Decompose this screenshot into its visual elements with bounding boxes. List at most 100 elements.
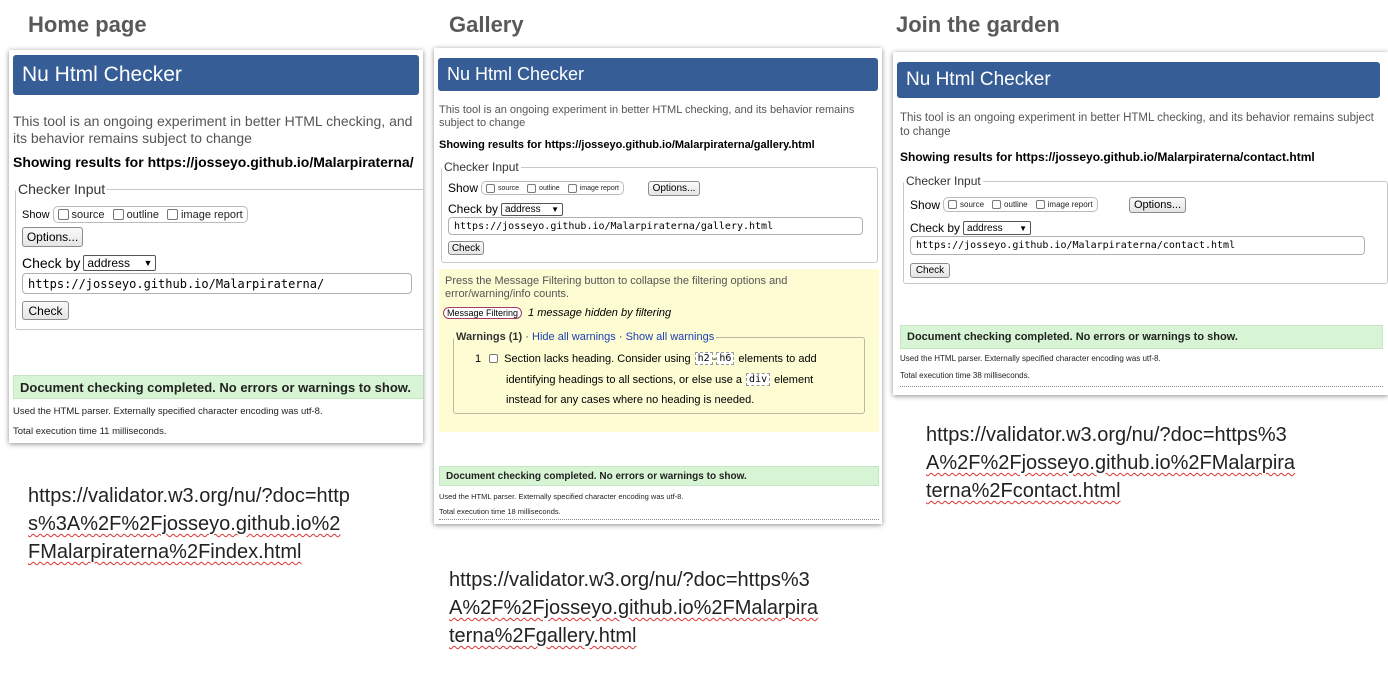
source-checkbox[interactable] bbox=[57, 209, 69, 220]
outline-checkbox[interactable] bbox=[992, 200, 1002, 209]
image-report-checkbox[interactable] bbox=[1035, 200, 1045, 209]
check-by-row: Check by address ▼ bbox=[448, 202, 564, 216]
warning-line-3: instead for any cases where no heading i… bbox=[506, 394, 754, 406]
show-options-group: source outline image report bbox=[481, 181, 624, 195]
warning-line-2: identifying headings to all sections, or… bbox=[506, 373, 813, 386]
options-button[interactable]: Options... bbox=[648, 181, 700, 196]
source-checkbox[interactable] bbox=[948, 200, 958, 209]
check-by-row: Check by address ▼ bbox=[910, 221, 1032, 235]
filter-row: Message Filtering 1 message hidden by fi… bbox=[443, 307, 671, 319]
image-report-checkbox[interactable] bbox=[166, 209, 178, 220]
divider bbox=[439, 519, 879, 520]
gallery-link-line-1: https://validator.w3.org/nu/?doc=https%3 bbox=[449, 569, 810, 591]
success-message: Document checking completed. No errors o… bbox=[439, 466, 879, 486]
gallery-validator-link: https://validator.w3.org/nu/?doc=https%3… bbox=[449, 566, 839, 650]
intro-text: This tool is an ongoing experiment in be… bbox=[439, 104, 855, 130]
source-label: source bbox=[960, 200, 985, 209]
check-button[interactable]: Check bbox=[910, 263, 950, 278]
chevron-down-icon: ▼ bbox=[551, 204, 560, 214]
check-button[interactable]: Check bbox=[448, 241, 484, 255]
hidden-message-note: 1 message hidden by filtering bbox=[528, 307, 672, 319]
sep-1: · bbox=[525, 331, 529, 343]
warning-number: 1 bbox=[475, 352, 482, 365]
chevron-down-icon: ▼ bbox=[143, 258, 153, 268]
home-validator-screenshot: Nu Html Checker This tool is an ongoing … bbox=[9, 50, 423, 443]
success-message: Document checking completed. No errors o… bbox=[13, 375, 423, 399]
outline-checkbox[interactable] bbox=[112, 209, 124, 220]
url-input[interactable]: https://josseyo.github.io/Malarpiraterna… bbox=[448, 217, 863, 235]
show-options-group: source outline image report bbox=[52, 206, 248, 223]
show-row: Show source outline image report bbox=[448, 181, 624, 195]
show-label: Show bbox=[22, 208, 50, 221]
hide-all-warnings-link[interactable]: Hide all warnings bbox=[532, 331, 616, 343]
checker-title-banner: Nu Html Checker bbox=[13, 55, 419, 95]
home-link-line-2: s%3A%2F%2Fjosseyo.github.io%2 bbox=[28, 513, 341, 535]
outline-label: outline bbox=[1004, 200, 1028, 209]
source-label: source bbox=[498, 184, 520, 192]
contact-link-line-2: A%2F%2Fjosseyo.github.io%2FMalarpira bbox=[926, 452, 1296, 474]
check-by-select[interactable]: address ▼ bbox=[501, 202, 564, 216]
contact-validator-screenshot: Nu Html Checker This tool is an ongoing … bbox=[893, 52, 1388, 395]
home-validator-link: https://validator.w3.org/nu/?doc=http s%… bbox=[28, 482, 418, 566]
warning-line-1: 1 Section lacks heading. Consider using … bbox=[475, 352, 817, 365]
image-report-checkbox[interactable] bbox=[567, 183, 577, 193]
image-report-label: image report bbox=[579, 184, 619, 192]
url-input[interactable]: https://josseyo.github.io/Malarpiraterna… bbox=[910, 236, 1365, 255]
check-by-value: address bbox=[505, 203, 541, 215]
checker-title-banner: Nu Html Checker bbox=[438, 58, 878, 91]
home-page-heading: Home page bbox=[28, 12, 147, 37]
checker-input-legend: Checker Input bbox=[18, 181, 106, 197]
gallery-link-line-2: A%2F%2Fjosseyo.github.io%2FMalarpira bbox=[449, 597, 819, 619]
execution-time: Total execution time 11 milliseconds. bbox=[13, 426, 167, 437]
show-label: Show bbox=[448, 181, 479, 195]
warnings-count: Warnings (1) bbox=[456, 331, 523, 343]
execution-time: Total execution time 18 milliseconds. bbox=[439, 507, 561, 516]
url-input[interactable]: https://josseyo.github.io/Malarpiraterna… bbox=[22, 273, 412, 294]
source-label: source bbox=[71, 208, 105, 221]
code-h2: h2 bbox=[694, 352, 713, 365]
checker-input-legend: Checker Input bbox=[444, 160, 519, 174]
warnings-legend: Warnings (1) · Hide all warnings · Show … bbox=[454, 331, 716, 343]
execution-time: Total execution time 38 milliseconds. bbox=[900, 371, 1030, 380]
checker-input-legend: Checker Input bbox=[906, 174, 981, 188]
show-row: Show source outline image report bbox=[910, 197, 1098, 212]
warning-text-3: identifying headings to all sections, or… bbox=[506, 373, 743, 386]
outline-label: outline bbox=[126, 208, 159, 221]
home-link-line-1: https://validator.w3.org/nu/?doc=http bbox=[28, 485, 350, 507]
image-report-label: image report bbox=[1047, 200, 1093, 209]
warning-text-2: elements to add bbox=[738, 352, 817, 365]
message-filtering-button[interactable]: Message Filtering bbox=[443, 307, 523, 319]
home-link-line-3: FMalarpiraterna%2Findex.html bbox=[28, 541, 302, 563]
parser-note: Used the HTML parser. Externally specifi… bbox=[900, 354, 1161, 363]
check-by-row: Check by address ▼ bbox=[22, 255, 157, 271]
results-for: Showing results for https://josseyo.gith… bbox=[439, 139, 815, 151]
warning-text-1: Section lacks heading. Consider using bbox=[504, 352, 691, 365]
gallery-validator-screenshot: Nu Html Checker This tool is an ongoing … bbox=[434, 48, 882, 524]
checker-title-banner: Nu Html Checker bbox=[897, 62, 1380, 98]
options-button[interactable]: Options... bbox=[1129, 197, 1186, 213]
results-for: Showing results for https://josseyo.gith… bbox=[900, 150, 1315, 164]
source-checkbox[interactable] bbox=[486, 183, 496, 193]
check-by-label: Check by bbox=[448, 202, 499, 216]
check-by-label: Check by bbox=[22, 255, 81, 271]
code-h6: h6 bbox=[716, 352, 735, 365]
code-div: div bbox=[746, 373, 771, 386]
gallery-link-line-3: terna%2Fgallery.html bbox=[449, 625, 637, 647]
outline-checkbox[interactable] bbox=[527, 183, 537, 193]
check-by-select[interactable]: address ▼ bbox=[83, 255, 157, 271]
check-by-value: address bbox=[87, 256, 131, 270]
show-all-warnings-link[interactable]: Show all warnings bbox=[626, 331, 715, 343]
check-button[interactable]: Check bbox=[22, 301, 69, 320]
gallery-heading: Gallery bbox=[449, 12, 524, 37]
outline-label: outline bbox=[539, 184, 560, 192]
warning-checkbox[interactable] bbox=[489, 354, 499, 363]
warning-text-5: instead for any cases where no heading i… bbox=[506, 394, 755, 406]
contact-link-line-1: https://validator.w3.org/nu/?doc=https%3 bbox=[926, 424, 1287, 446]
show-label: Show bbox=[910, 197, 941, 212]
options-button[interactable]: Options... bbox=[22, 227, 83, 247]
chevron-down-icon: ▼ bbox=[1019, 223, 1028, 233]
check-by-label: Check by bbox=[910, 221, 961, 235]
check-by-select[interactable]: address ▼ bbox=[963, 221, 1032, 235]
show-row: Show source outline image report bbox=[22, 206, 248, 223]
check-by-value: address bbox=[967, 222, 1003, 234]
